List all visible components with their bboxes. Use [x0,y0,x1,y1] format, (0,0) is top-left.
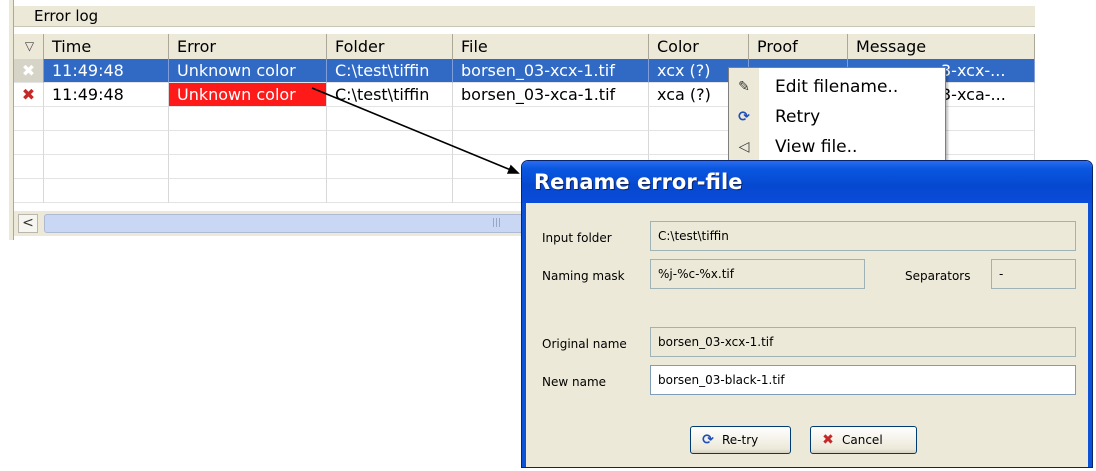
menu-item-edit-filename[interactable]: ✎ Edit filename.. [729,72,945,102]
column-header-color[interactable]: Color [649,34,749,59]
original-name-field: borsen_03-xcx-1.tif [650,327,1076,357]
column-header-file[interactable]: File [453,34,649,59]
menu-item-label: Edit filename.. [775,77,899,97]
menu-item-retry[interactable]: ⟳ Retry [729,102,945,132]
column-header-proof[interactable]: Proof [749,34,848,59]
menu-item-view-file[interactable]: ◁ View file.. [729,132,945,160]
column-header-message[interactable]: Message [848,34,1035,59]
scroll-left-button[interactable]: < [18,214,38,233]
separators-field: - [991,259,1076,289]
dialog-body: Input folder C:\test\tiffin Naming mask … [526,203,1088,465]
input-folder-label: Input folder [542,231,612,245]
error-status-icon: ✖ [14,83,44,107]
view-file-icon: ◁ [738,139,750,155]
cell-folder[interactable]: C:\test\tiffin [327,83,453,107]
cell-time[interactable]: 11:49:48 [44,83,169,107]
retry-icon: ⟳ [738,109,750,125]
cell-error[interactable]: Unknown color [169,83,327,107]
cancel-icon: ✖ [822,432,834,448]
cell-file[interactable]: borsen_03-xca-1.tif [453,83,649,107]
naming-mask-label: Naming mask [542,269,625,283]
cell-error[interactable]: Unknown color [169,59,327,83]
retry-icon: ⟳ [702,432,714,448]
new-name-input[interactable]: borsen_03-black-1.tif [650,365,1076,395]
context-menu: ✎ Edit filename.. ⟳ Retry ◁ View file.. [728,67,946,161]
edit-file-icon: ✎ [738,79,750,95]
naming-mask-field: %j-%c-%x.tif [650,259,865,289]
retry-button-label: Re-try [722,433,759,447]
column-header-time[interactable]: Time [44,34,169,59]
error-status-icon: ✖ [14,59,44,83]
filter-icon[interactable]: ▽ [16,34,44,59]
cancel-button-label: Cancel [842,433,883,447]
column-header-folder[interactable]: Folder [327,34,453,59]
cell-time[interactable]: 11:49:48 [44,59,169,83]
scrollbar-thumb[interactable]: ||| [44,214,524,233]
error-log-title: Error log [34,7,99,25]
menu-item-label: Retry [775,107,821,127]
retry-button[interactable]: ⟳ Re-try [690,426,791,454]
dialog-title-bar[interactable]: Rename error-file [522,161,1092,203]
menu-item-label: View file.. [775,137,858,157]
cell-file[interactable]: borsen_03-xcx-1.tif [453,59,649,83]
grid-header: ▽ Time Error Folder File Color Proof Mes… [14,34,1035,59]
error-log-header: Error log [14,6,1035,27]
new-name-label: New name [542,375,607,389]
cancel-button[interactable]: ✖ Cancel [810,426,917,454]
separators-label: Separators [905,269,971,283]
dialog-title: Rename error-file [534,170,743,194]
input-folder-field: C:\test\tiffin [650,221,1076,251]
cell-folder[interactable]: C:\test\tiffin [327,59,453,83]
dialog-frame-right [1088,203,1092,467]
rename-dialog: Rename error-file Input folder C:\test\t… [521,160,1093,468]
column-header-error[interactable]: Error [169,34,327,59]
original-name-label: Original name [542,337,627,351]
